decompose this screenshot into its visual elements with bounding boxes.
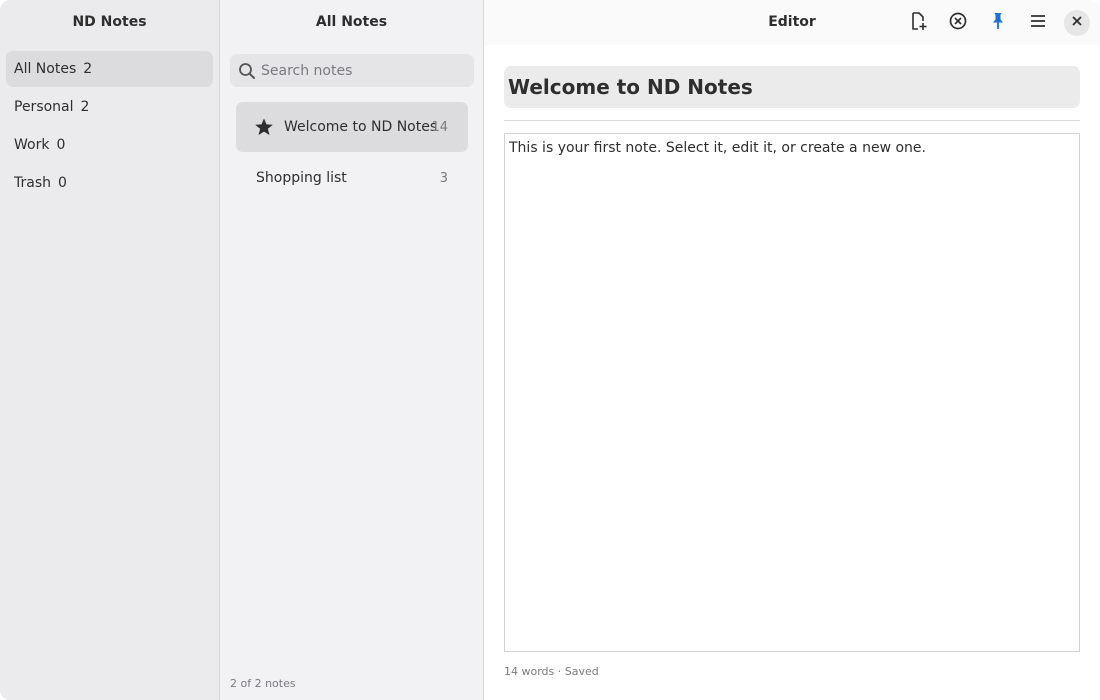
editor-status: 14 words · Saved — [504, 665, 599, 678]
search-box[interactable] — [230, 54, 474, 87]
app-title: ND Notes — [72, 14, 147, 30]
new-note-icon — [908, 11, 928, 35]
sidebar-item-count: 2 — [80, 99, 90, 115]
search-input[interactable] — [261, 54, 466, 87]
discard-icon — [948, 11, 968, 35]
editor-header: Editor — [484, 0, 1100, 45]
pin-icon — [988, 11, 1008, 35]
sidebar-item-count: 0 — [58, 175, 67, 191]
new-note-button[interactable] — [905, 10, 931, 36]
app-window: ND Notes All Notes 2 Personal 2 Work 0 T… — [0, 0, 1100, 700]
main-menu-button[interactable] — [1025, 10, 1051, 36]
sidebar-item-personal[interactable]: Personal 2 — [6, 89, 213, 125]
search-icon — [238, 62, 256, 80]
sidebar-item-label: Personal — [14, 99, 74, 115]
star-icon — [254, 117, 274, 137]
pin-button[interactable] — [985, 10, 1011, 36]
discard-button[interactable] — [945, 10, 971, 36]
note-title: Shopping list — [256, 170, 347, 186]
note-word-count: 3 — [439, 170, 448, 186]
note-item-shopping-list[interactable]: Shopping list 3 — [236, 153, 468, 203]
sidebar-item-count: 0 — [56, 137, 66, 153]
menu-icon — [1029, 12, 1047, 34]
sidebar-item-work[interactable]: Work 0 — [6, 127, 213, 163]
note-body-editor[interactable]: This is your first note. Select it, edit… — [504, 133, 1080, 652]
close-icon — [1071, 15, 1083, 31]
sidebar: ND Notes All Notes 2 Personal 2 Work 0 T… — [0, 0, 220, 700]
notes-list-pane: All Notes Welcome to ND Notes 14 Shoppin… — [220, 0, 484, 700]
note-title-field[interactable] — [504, 66, 1080, 108]
sidebar-item-count: 2 — [83, 61, 93, 77]
sidebar-item-label: All Notes — [14, 61, 77, 77]
sidebar-item-label: Trash — [14, 175, 51, 191]
close-window-button[interactable] — [1064, 10, 1090, 36]
note-title: Welcome to ND Notes — [284, 119, 438, 135]
notes-list-title: All Notes — [315, 14, 388, 30]
sidebar-item-trash[interactable]: Trash 0 — [6, 165, 213, 201]
note-item-welcome[interactable]: Welcome to ND Notes 14 — [236, 102, 468, 152]
sidebar-nav: All Notes 2 Personal 2 Work 0 Trash 0 — [0, 45, 219, 201]
note-word-count: 14 — [431, 119, 448, 135]
divider — [504, 120, 1080, 121]
sidebar-item-label: Work — [14, 137, 50, 153]
editor-pane: Editor Welcome to ND Notes This is your … — [484, 0, 1100, 700]
notes-count-footer: 2 of 2 notes — [230, 677, 296, 690]
sidebar-item-all-notes[interactable]: All Notes 2 — [6, 51, 213, 87]
